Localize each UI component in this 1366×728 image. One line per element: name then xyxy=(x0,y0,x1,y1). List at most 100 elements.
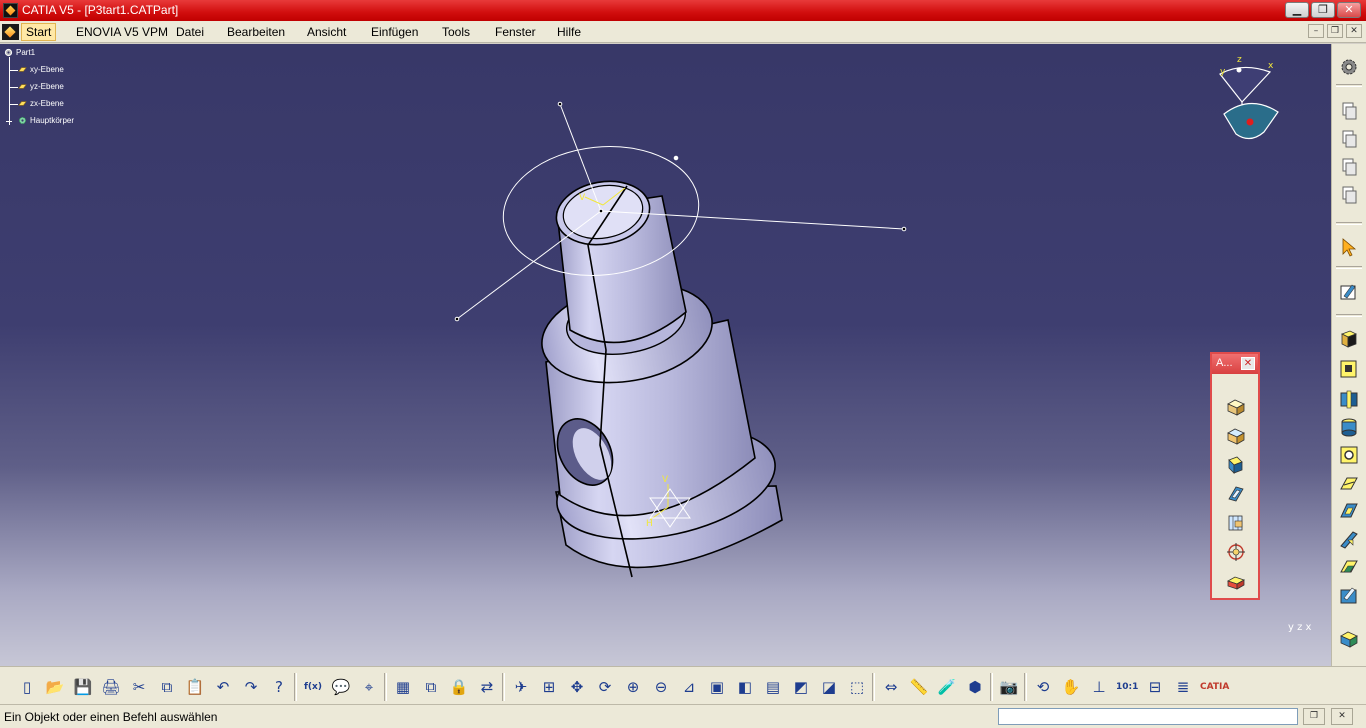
constraint-icon-glyph: ⊟ xyxy=(1148,678,1162,696)
table-icon[interactable]: ▦ xyxy=(392,676,414,698)
paste-icon[interactable]: 📋 xyxy=(184,676,206,698)
status-button-2[interactable]: ✕ xyxy=(1331,708,1353,725)
copy-icon[interactable]: ⧉ xyxy=(156,676,178,698)
axis-system-icon[interactable]: ⊥ xyxy=(1088,676,1110,698)
cut-icon[interactable]: ✂ xyxy=(128,676,150,698)
catia-app-icon[interactable] xyxy=(3,3,18,18)
maximize-button[interactable]: ❐ xyxy=(1311,2,1335,18)
update-icon[interactable]: ⟲ xyxy=(1032,676,1054,698)
sketch-icon[interactable] xyxy=(1338,280,1360,302)
rib-icon[interactable] xyxy=(1225,483,1247,505)
undo-icon[interactable]: ↶ xyxy=(212,676,234,698)
window-title: CATIA V5 - [P3tart1.CATPart] xyxy=(22,3,179,17)
measure-inertia-icon-glyph: ⬢ xyxy=(968,678,982,696)
rib-icon[interactable] xyxy=(1338,472,1360,494)
command-input[interactable] xyxy=(998,708,1298,725)
status-button-1[interactable]: ❐ xyxy=(1303,708,1325,725)
pocket-icon[interactable] xyxy=(1338,358,1360,380)
shaft-icon[interactable] xyxy=(1225,454,1247,476)
mdi-minimize-button[interactable]: – xyxy=(1308,24,1324,38)
quick-view-icon-glyph: ▣ xyxy=(709,678,725,696)
comment-icon[interactable]: 💬 xyxy=(330,676,352,698)
copy-icon[interactable] xyxy=(1338,184,1360,206)
floating-toolbar-title[interactable]: A... ✕ xyxy=(1212,354,1258,374)
measure-icon[interactable]: ⇄ xyxy=(476,676,498,698)
copy-icon[interactable] xyxy=(1338,128,1360,150)
print-icon[interactable]: 🖨 xyxy=(100,676,122,698)
floating-toolbar-close-button[interactable]: ✕ xyxy=(1241,357,1255,370)
tree-expand-icon[interactable]: ⧉ xyxy=(420,676,442,698)
removed-multi-section-icon[interactable] xyxy=(1338,584,1360,606)
rotate-icon[interactable]: ⟳ xyxy=(594,676,616,698)
hide-show-icon[interactable]: ◩ xyxy=(790,676,812,698)
menu-datei[interactable]: Datei xyxy=(172,24,208,40)
document-icon[interactable] xyxy=(2,24,19,40)
mdi-close-button[interactable]: ✕ xyxy=(1346,24,1362,38)
copy-icon[interactable] xyxy=(1338,100,1360,122)
copy-icon[interactable] xyxy=(1338,156,1360,178)
measure-inertia-icon[interactable]: ⬢ xyxy=(964,676,986,698)
shaft-icon[interactable] xyxy=(1338,388,1360,410)
hole-icon[interactable] xyxy=(1225,541,1247,563)
multi-section-icon[interactable] xyxy=(1338,556,1360,578)
menu-bearbeiten[interactable]: Bearbeiten xyxy=(223,24,289,40)
measure-item-icon[interactable]: 🧪 xyxy=(936,676,958,698)
fly-icon[interactable]: ✈ xyxy=(510,676,532,698)
capture-icon[interactable]: 📷 xyxy=(998,676,1020,698)
slot-icon[interactable] xyxy=(1338,500,1360,522)
whats-this-icon[interactable]: ? xyxy=(268,676,290,698)
part-model[interactable]: V V H xyxy=(0,44,1331,666)
close-button[interactable]: ✕ xyxy=(1337,2,1361,18)
gear-icon[interactable] xyxy=(1338,56,1360,78)
new-icon[interactable]: ▯ xyxy=(16,676,38,698)
select-arrow-icon[interactable] xyxy=(1338,236,1360,258)
minimize-button[interactable]: ▁ xyxy=(1285,2,1309,18)
zoom-out-icon[interactable]: ⊖ xyxy=(650,676,672,698)
menu-hilfe[interactable]: Hilfe xyxy=(553,24,585,40)
stiffener-icon[interactable] xyxy=(1338,528,1360,550)
edge-fillet-icon[interactable] xyxy=(1338,628,1360,650)
solid-combine-icon[interactable] xyxy=(1225,570,1247,592)
redo-icon-glyph: ↷ xyxy=(244,678,258,696)
iso-view-icon[interactable]: ◧ xyxy=(734,676,756,698)
pad-icon[interactable] xyxy=(1225,396,1247,418)
right-toolbar xyxy=(1331,44,1366,666)
menu-enovia[interactable]: ENOVIA V5 VPM xyxy=(72,24,172,40)
3d-viewport[interactable]: Part1 xy-Ebene yz-Ebene zx-Ebene Hauptkö… xyxy=(0,44,1331,666)
floating-toolbar[interactable]: A... ✕ xyxy=(1210,352,1260,600)
stack-icon-glyph: ≣ xyxy=(1176,678,1190,696)
mdi-restore-button[interactable]: ❐ xyxy=(1327,24,1343,38)
menu-tools[interactable]: Tools xyxy=(438,24,474,40)
hole-icon[interactable] xyxy=(1338,444,1360,466)
menu-start[interactable]: Start xyxy=(21,23,57,41)
compass[interactable]: z x y xyxy=(1212,54,1282,184)
pan-icon[interactable]: ✥ xyxy=(566,676,588,698)
menu-einfuegen[interactable]: Einfügen xyxy=(367,24,422,40)
catia-logo-icon[interactable]: CATIA xyxy=(1200,676,1229,698)
save-icon[interactable]: 💾 xyxy=(72,676,94,698)
constraint-icon[interactable]: ⊟ xyxy=(1144,676,1166,698)
pad-icon[interactable] xyxy=(1338,328,1360,350)
lock-icon[interactable]: 🔒 xyxy=(448,676,470,698)
measure-between-icon[interactable]: 📏 xyxy=(908,676,930,698)
swap-visible-icon[interactable]: ◪ xyxy=(818,676,840,698)
groove-icon[interactable] xyxy=(1338,416,1360,438)
normal-view-icon[interactable]: ⊿ xyxy=(678,676,700,698)
hand-icon[interactable]: ✋ xyxy=(1060,676,1082,698)
scale-icon[interactable]: 10:1 xyxy=(1116,676,1138,698)
pocket-icon[interactable] xyxy=(1225,425,1247,447)
redo-icon[interactable]: ↷ xyxy=(240,676,262,698)
apply-material-icon[interactable]: ⬚ xyxy=(846,676,868,698)
formula-icon[interactable]: f(x) xyxy=(302,676,324,698)
open-icon[interactable]: 📂 xyxy=(44,676,66,698)
fit-all-icon[interactable]: ⊞ xyxy=(538,676,560,698)
zoom-in-icon[interactable]: ⊕ xyxy=(622,676,644,698)
view-mode-icon[interactable]: ▤ xyxy=(762,676,784,698)
menu-fenster[interactable]: Fenster xyxy=(491,24,540,40)
stiffener-icon[interactable] xyxy=(1225,512,1247,534)
quick-view-icon[interactable]: ▣ xyxy=(706,676,728,698)
stack-icon[interactable]: ≣ xyxy=(1172,676,1194,698)
menu-ansicht[interactable]: Ansicht xyxy=(303,24,350,40)
compass-reset-icon[interactable]: ⇔ xyxy=(880,676,902,698)
knowledge-icon[interactable]: ⌖ xyxy=(358,676,380,698)
